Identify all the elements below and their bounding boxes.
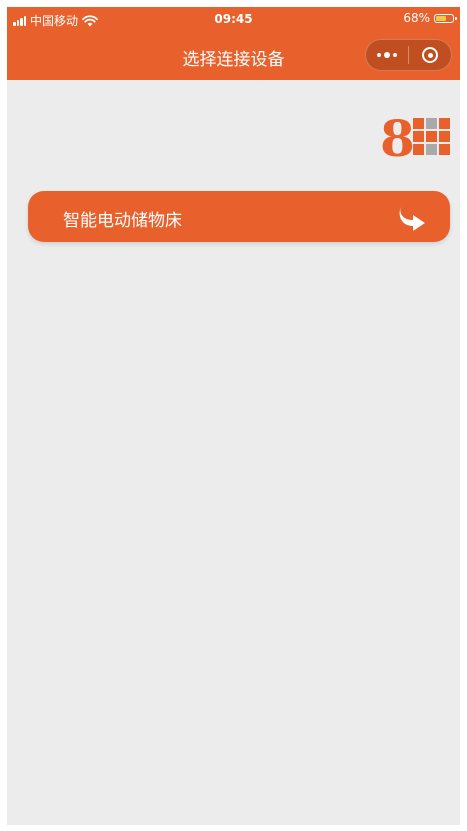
battery-level — [436, 15, 447, 21]
more-button[interactable] — [366, 40, 408, 70]
status-right: 68% — [403, 11, 457, 25]
device-item[interactable]: 智能电动储物床 — [28, 191, 450, 242]
more-dots-icon — [377, 53, 381, 57]
app-screen: 中国移动 09:45 68% 选择连接设备 8 智能电动储物床 — [7, 7, 460, 825]
target-circle-icon — [422, 47, 438, 63]
brand-logo-8h: 8 — [380, 114, 450, 160]
battery-icon — [434, 13, 457, 23]
clock: 09:45 — [214, 12, 253, 26]
more-dot-right — [393, 53, 397, 57]
mini-program-capsule — [365, 39, 452, 71]
more-dot-center — [384, 52, 390, 58]
svg-text:8: 8 — [380, 114, 415, 160]
close-button[interactable] — [409, 40, 451, 70]
navigation-bar: 选择连接设备 — [7, 31, 460, 80]
top-bar: 中国移动 09:45 68% 选择连接设备 — [7, 7, 460, 80]
connect-arrow-icon — [399, 204, 425, 231]
device-name: 智能电动储物床 — [63, 211, 182, 231]
status-bar: 中国移动 09:45 68% — [7, 7, 460, 31]
battery-percent: 68% — [403, 11, 430, 25]
